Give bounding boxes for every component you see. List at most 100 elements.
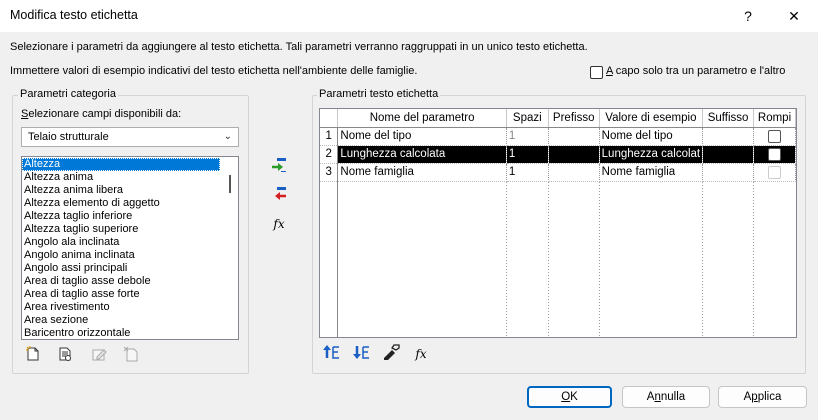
edit-parameter-button[interactable] xyxy=(54,346,76,366)
wrap-label-rest: capo solo tra un parametro e l'altro xyxy=(612,65,786,77)
add-parameter-button[interactable] xyxy=(268,156,290,176)
sample-value-cell[interactable]: Lunghezza calcolat xyxy=(599,145,704,164)
ok-button[interactable]: OK xyxy=(527,386,612,408)
select-fields-label: Selezionare campi disponibili da: xyxy=(21,108,181,120)
cancel-button[interactable]: Annulla xyxy=(622,386,710,408)
available-field-item[interactable]: Angolo anima inclinata xyxy=(22,249,220,262)
parameter-properties-icon xyxy=(59,347,71,361)
spaces-cell[interactable]: 1 xyxy=(506,163,549,182)
param-name-cell[interactable]: Lunghezza calcolata xyxy=(337,145,507,164)
cancel-rest: nulla xyxy=(660,391,686,403)
available-field-item[interactable]: Area sezione xyxy=(22,314,220,327)
parameter-edit-icon xyxy=(384,344,400,361)
spaces-cell[interactable]: 1 xyxy=(506,127,549,146)
break-cell[interactable] xyxy=(753,127,796,146)
available-field-item[interactable]: Area di taglio asse forte xyxy=(22,288,220,301)
col-header-suffix: Suffisso xyxy=(702,109,755,128)
param-name-cell[interactable]: Nome del tipo xyxy=(337,127,507,146)
available-field-item[interactable]: Altezza anima libera xyxy=(22,184,220,197)
apply-button[interactable]: Applica xyxy=(718,386,807,408)
available-field-item[interactable]: Angolo assi principali xyxy=(22,262,220,275)
close-button[interactable]: ✕ xyxy=(773,0,815,32)
edit-formula-button[interactable] xyxy=(380,344,402,364)
move-down-icon xyxy=(353,346,369,359)
modify-parameter-button[interactable] xyxy=(88,346,110,366)
title-bar: Modifica testo etichetta ? ✕ xyxy=(0,0,818,32)
wrap-between-params-checkbox[interactable] xyxy=(590,66,603,79)
help-button[interactable]: ? xyxy=(727,0,769,32)
remove-parameter-icon xyxy=(275,187,286,200)
move-up-button[interactable] xyxy=(320,344,342,364)
spaces-cell[interactable]: 1 xyxy=(506,145,549,164)
param-name-cell[interactable]: Nome famiglia xyxy=(337,163,507,182)
wrap-label-accel: A xyxy=(606,65,613,77)
category-combo-value: Telaio strutturale xyxy=(28,131,109,143)
wrap-between-params-label[interactable]: A capo solo tra un parametro e l'altro xyxy=(606,65,785,77)
delete-document-icon xyxy=(123,346,138,362)
col-header-name: Nome del parametro xyxy=(337,109,507,128)
grid-corner-header xyxy=(320,109,339,128)
pencil-edit-icon xyxy=(92,349,107,361)
category-params-group-label: Parametri categoria xyxy=(18,88,118,100)
break-cell[interactable] xyxy=(753,145,796,164)
available-fields-scrollbar[interactable] xyxy=(222,157,238,339)
remove-parameter-button[interactable] xyxy=(268,185,290,205)
instruction-text-2: Immettere valori di esempio indicativi d… xyxy=(10,65,418,77)
available-fields-items: Altezza Altezza anima Altezza anima libera… xyxy=(22,158,220,339)
available-field-item[interactable]: Altezza xyxy=(22,158,220,171)
row-number: 2 xyxy=(320,145,339,164)
suffix-cell[interactable] xyxy=(702,127,755,146)
grid-empty-area xyxy=(337,182,754,337)
col-header-spaces: Spazi xyxy=(506,109,549,128)
row-number: 1 xyxy=(320,127,339,146)
available-fields-list[interactable]: Altezza Altezza anima Altezza anima libera… xyxy=(21,156,239,340)
sample-value-cell[interactable]: Nome del tipo xyxy=(599,127,704,146)
param-row[interactable]: 2 Lunghezza calcolata 1 Lunghezza calcolat xyxy=(320,145,796,164)
grid-body: 1 Nome del tipo 1 Nome del tipo 2 Lunghezza c… xyxy=(320,127,796,182)
break-cell[interactable] xyxy=(753,163,796,182)
label-params-table: Nome del parametro Spazi Prefisso Valore di… xyxy=(320,109,796,182)
grid-header-row: Nome del parametro Spazi Prefisso Valore di… xyxy=(320,109,796,128)
suffix-cell[interactable] xyxy=(702,145,755,164)
col-header-break: Rompi xyxy=(753,109,796,128)
window-title: Modifica testo etichetta xyxy=(10,8,138,22)
available-field-item[interactable]: Altezza elemento di aggetto xyxy=(22,197,220,210)
chevron-down-icon: ⌄ xyxy=(223,131,232,142)
sample-value-cell[interactable]: Nome famiglia xyxy=(599,163,704,182)
ok-accel: O xyxy=(561,391,571,403)
label-params-group-label: Parametri testo etichetta xyxy=(317,88,441,100)
instruction-text-1: Selezionare i parametri da aggiungere al… xyxy=(10,41,588,53)
break-checkbox[interactable] xyxy=(768,165,782,179)
break-checkbox[interactable] xyxy=(768,129,782,143)
available-field-item[interactable]: Area rivestimento xyxy=(22,301,220,314)
available-field-item[interactable]: Angolo ala inclinata xyxy=(22,236,220,249)
param-row[interactable]: 1 Nome del tipo 1 Nome del tipo xyxy=(320,127,796,146)
available-field-item[interactable]: Baricentro orizzontale xyxy=(22,327,220,339)
add-parameter-icon xyxy=(272,158,286,172)
delete-parameter-button[interactable] xyxy=(120,346,142,366)
available-field-item[interactable]: Altezza taglio inferiore xyxy=(22,210,220,223)
fx-edit-icon[interactable]: fx xyxy=(410,344,432,364)
available-field-item[interactable]: Altezza anima xyxy=(22,171,220,184)
col-header-sample: Valore di esempio xyxy=(599,109,704,128)
available-field-item[interactable]: Area di taglio asse debole xyxy=(22,275,220,288)
col-header-prefix: Prefisso xyxy=(548,109,600,128)
label-params-grid[interactable]: Nome del parametro Spazi Prefisso Valore di… xyxy=(319,108,797,338)
category-combo[interactable]: Telaio strutturale ⌄ xyxy=(21,127,239,147)
move-up-icon xyxy=(323,345,339,359)
param-row[interactable]: 3 Nome famiglia 1 Nome famiglia xyxy=(320,163,796,182)
select-label-rest: elezionare campi disponibili da: xyxy=(28,108,182,120)
move-down-button[interactable] xyxy=(350,344,372,364)
apply-rest: plica xyxy=(757,391,782,403)
prefix-cell[interactable] xyxy=(548,163,600,182)
prefix-cell[interactable] xyxy=(548,145,600,164)
new-parameter-button[interactable] xyxy=(22,346,44,366)
suffix-cell[interactable] xyxy=(702,163,755,182)
break-checkbox[interactable] xyxy=(768,147,782,161)
available-field-item[interactable]: Altezza taglio superiore xyxy=(22,223,220,236)
ok-rest: K xyxy=(570,391,578,403)
scrollbar-thumb[interactable] xyxy=(229,175,231,193)
prefix-cell[interactable] xyxy=(548,127,600,146)
fx-icon[interactable]: fx xyxy=(268,214,290,234)
new-document-icon xyxy=(26,346,39,361)
